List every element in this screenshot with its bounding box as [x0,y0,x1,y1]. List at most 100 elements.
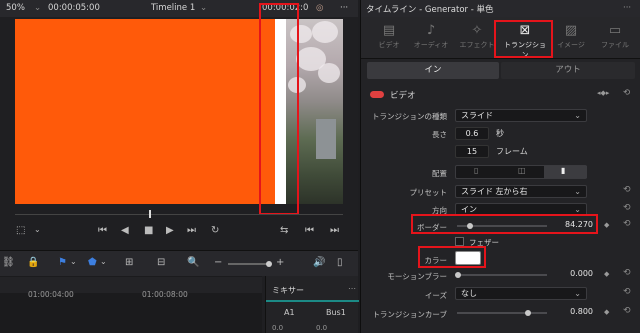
in-out-toggle: イン アウト [361,60,640,82]
zoom-custom-icon[interactable]: 🔍 [187,257,199,268]
zoom-in-icon[interactable]: + [276,257,284,268]
mixer-title: ミキサー [272,286,304,295]
length-frames-field[interactable]: 15 [455,145,489,158]
zoom-level[interactable]: 50% [6,3,25,13]
chevron-down-icon[interactable]: ⌄ [70,257,77,266]
keyframe-icon[interactable]: ◆ [604,270,609,278]
length-seconds-field[interactable]: 0.6 [455,127,489,140]
mixer-value-1: 0.0 [272,324,284,332]
loop-icon[interactable]: ↻ [211,225,219,236]
solid-color-clip [15,19,275,204]
in-button[interactable]: イン [367,62,499,79]
length-label: 長さ [432,130,447,139]
step-back-icon[interactable]: ◀ [121,225,129,236]
tab-image[interactable]: ▨ イメージ [551,22,591,50]
match-frame-icon[interactable]: ⇆ [280,225,288,236]
border-value[interactable]: 84.270 [551,219,593,232]
transition-curve-label: トランジションカーブ [372,310,447,319]
keyframe-icon[interactable]: ◆ [604,221,609,229]
zoom-slider-knob[interactable] [266,261,272,267]
skip-start-icon[interactable]: ⏮ [98,225,107,236]
reset-icon[interactable]: ⟲ [623,306,631,316]
preset-dropdown[interactable]: スライド 左から右 ⌄ [455,185,587,198]
zoom-out-icon[interactable]: − [214,257,222,268]
building [316,119,336,159]
zoom-full-icon[interactable]: ⊞ [125,257,133,268]
inspector-panel: タイムライン - Generator - 単色 ··· ▤ ビデオ ♪ オーディオ … [360,0,640,333]
ease-label: イーズ [424,291,447,300]
motion-blur-knob[interactable] [455,272,461,278]
stop-icon[interactable]: ■ [144,225,153,236]
next-edit-icon[interactable]: ⏭ [330,225,339,236]
more-options-icon[interactable]: ··· [340,3,348,13]
mixer-channel-a1: A1 [284,308,295,317]
chevron-down-icon[interactable]: ⌄ [34,3,41,13]
timeline-ruler[interactable]: 01:00:04:00 01:00:08:00 [0,277,262,299]
chevron-down-icon[interactable]: ⌄ [100,257,107,266]
view-options-icon[interactable]: ⬚ [16,225,25,236]
inspector-header: タイムライン - Generator - 単色 ··· [361,0,640,17]
tab-file[interactable]: ▭ ファイル [595,22,635,50]
chevron-down-icon[interactable]: ⌄ [34,225,41,234]
image-icon: ▨ [564,23,578,38]
effects-icon: ✧ [471,23,483,38]
border-slider-knob[interactable] [467,223,473,229]
seconds-unit: 秒 [496,129,504,138]
timeline-name[interactable]: Timeline 1 [151,3,195,13]
chevron-down-icon[interactable]: ⌄ [200,3,207,13]
reset-icon[interactable]: ⟲ [623,287,631,297]
audio-icon: ♪ [426,23,436,38]
align-end-icon[interactable]: ▮ [561,166,565,175]
out-button[interactable]: アウト [501,62,635,79]
reset-icon[interactable]: ⟲ [623,219,631,229]
align-center-icon[interactable]: ◫ [518,166,526,175]
align-start-icon[interactable]: ▯ [474,166,478,175]
reset-icon[interactable]: ⟲ [623,88,630,98]
volume-icon[interactable]: 🔊 [313,257,325,268]
marker-icon[interactable]: ⬟ [88,257,97,268]
cherry-blossom-clip [286,19,343,204]
color-wheel-icon[interactable]: ◎ [316,3,323,13]
transition-curve-slider[interactable] [457,312,547,314]
reset-icon[interactable]: ⟲ [623,268,631,278]
tab-transition[interactable]: ⊠ トランジション [502,22,548,60]
frames-unit: フレーム [496,147,528,156]
motion-blur-slider[interactable] [457,274,547,276]
direction-dropdown[interactable]: イン ⌄ [455,203,587,216]
alignment-label: 配置 [432,169,447,178]
tab-video[interactable]: ▤ ビデオ [369,22,409,50]
skip-end-icon[interactable]: ⏭ [187,225,196,236]
audio-meter-icon[interactable]: ▯ [337,257,343,268]
enable-toggle[interactable] [370,91,384,98]
play-icon[interactable]: ▶ [166,225,174,236]
chevron-down-icon: ⌄ [574,187,581,196]
transition-type-label: トランジションの種類 [372,112,447,121]
more-options-icon[interactable]: ··· [623,3,631,13]
zoom-detail-icon[interactable]: ⊟ [157,257,165,268]
transition-type-dropdown[interactable]: スライド ⌄ [455,109,587,122]
keyframe-icon[interactable]: ◆ [604,308,609,316]
keyframe-nav-icon[interactable]: ◂◆▸ [597,89,609,97]
video-preview [15,19,343,204]
ruler-time-1: 01:00:04:00 [28,290,74,299]
transition-curve-value[interactable]: 0.800 [551,306,593,319]
link-icon[interactable]: ⛓ [2,257,15,268]
reset-icon[interactable]: ⟲ [623,203,631,213]
timecode-display[interactable]: 00:00:05:00 [48,3,100,13]
tab-audio[interactable]: ♪ オーディオ [411,22,451,50]
inspector-tabs: ▤ ビデオ ♪ オーディオ ✧ エフェクト ⊠ トランジション ▨ イメージ ▭ ファイル [361,17,640,59]
color-swatch[interactable] [455,251,481,265]
motion-blur-value[interactable]: 0.000 [551,268,593,281]
ease-dropdown[interactable]: なし ⌄ [455,287,587,300]
zoom-slider[interactable] [228,263,270,265]
scrubber-bar[interactable] [15,210,343,218]
lock-icon[interactable]: 🔒 [27,257,39,268]
prev-edit-icon[interactable]: ⏮ [305,225,314,236]
reset-icon[interactable]: ⟲ [623,185,631,195]
flag-icon[interactable]: ⚑ [58,257,67,268]
feather-checkbox[interactable] [455,237,464,246]
transition-curve-knob[interactable] [525,310,531,316]
tab-effects[interactable]: ✧ エフェクト [457,22,497,50]
playhead[interactable] [149,210,151,218]
more-options-icon[interactable]: ⋯ [348,284,356,293]
